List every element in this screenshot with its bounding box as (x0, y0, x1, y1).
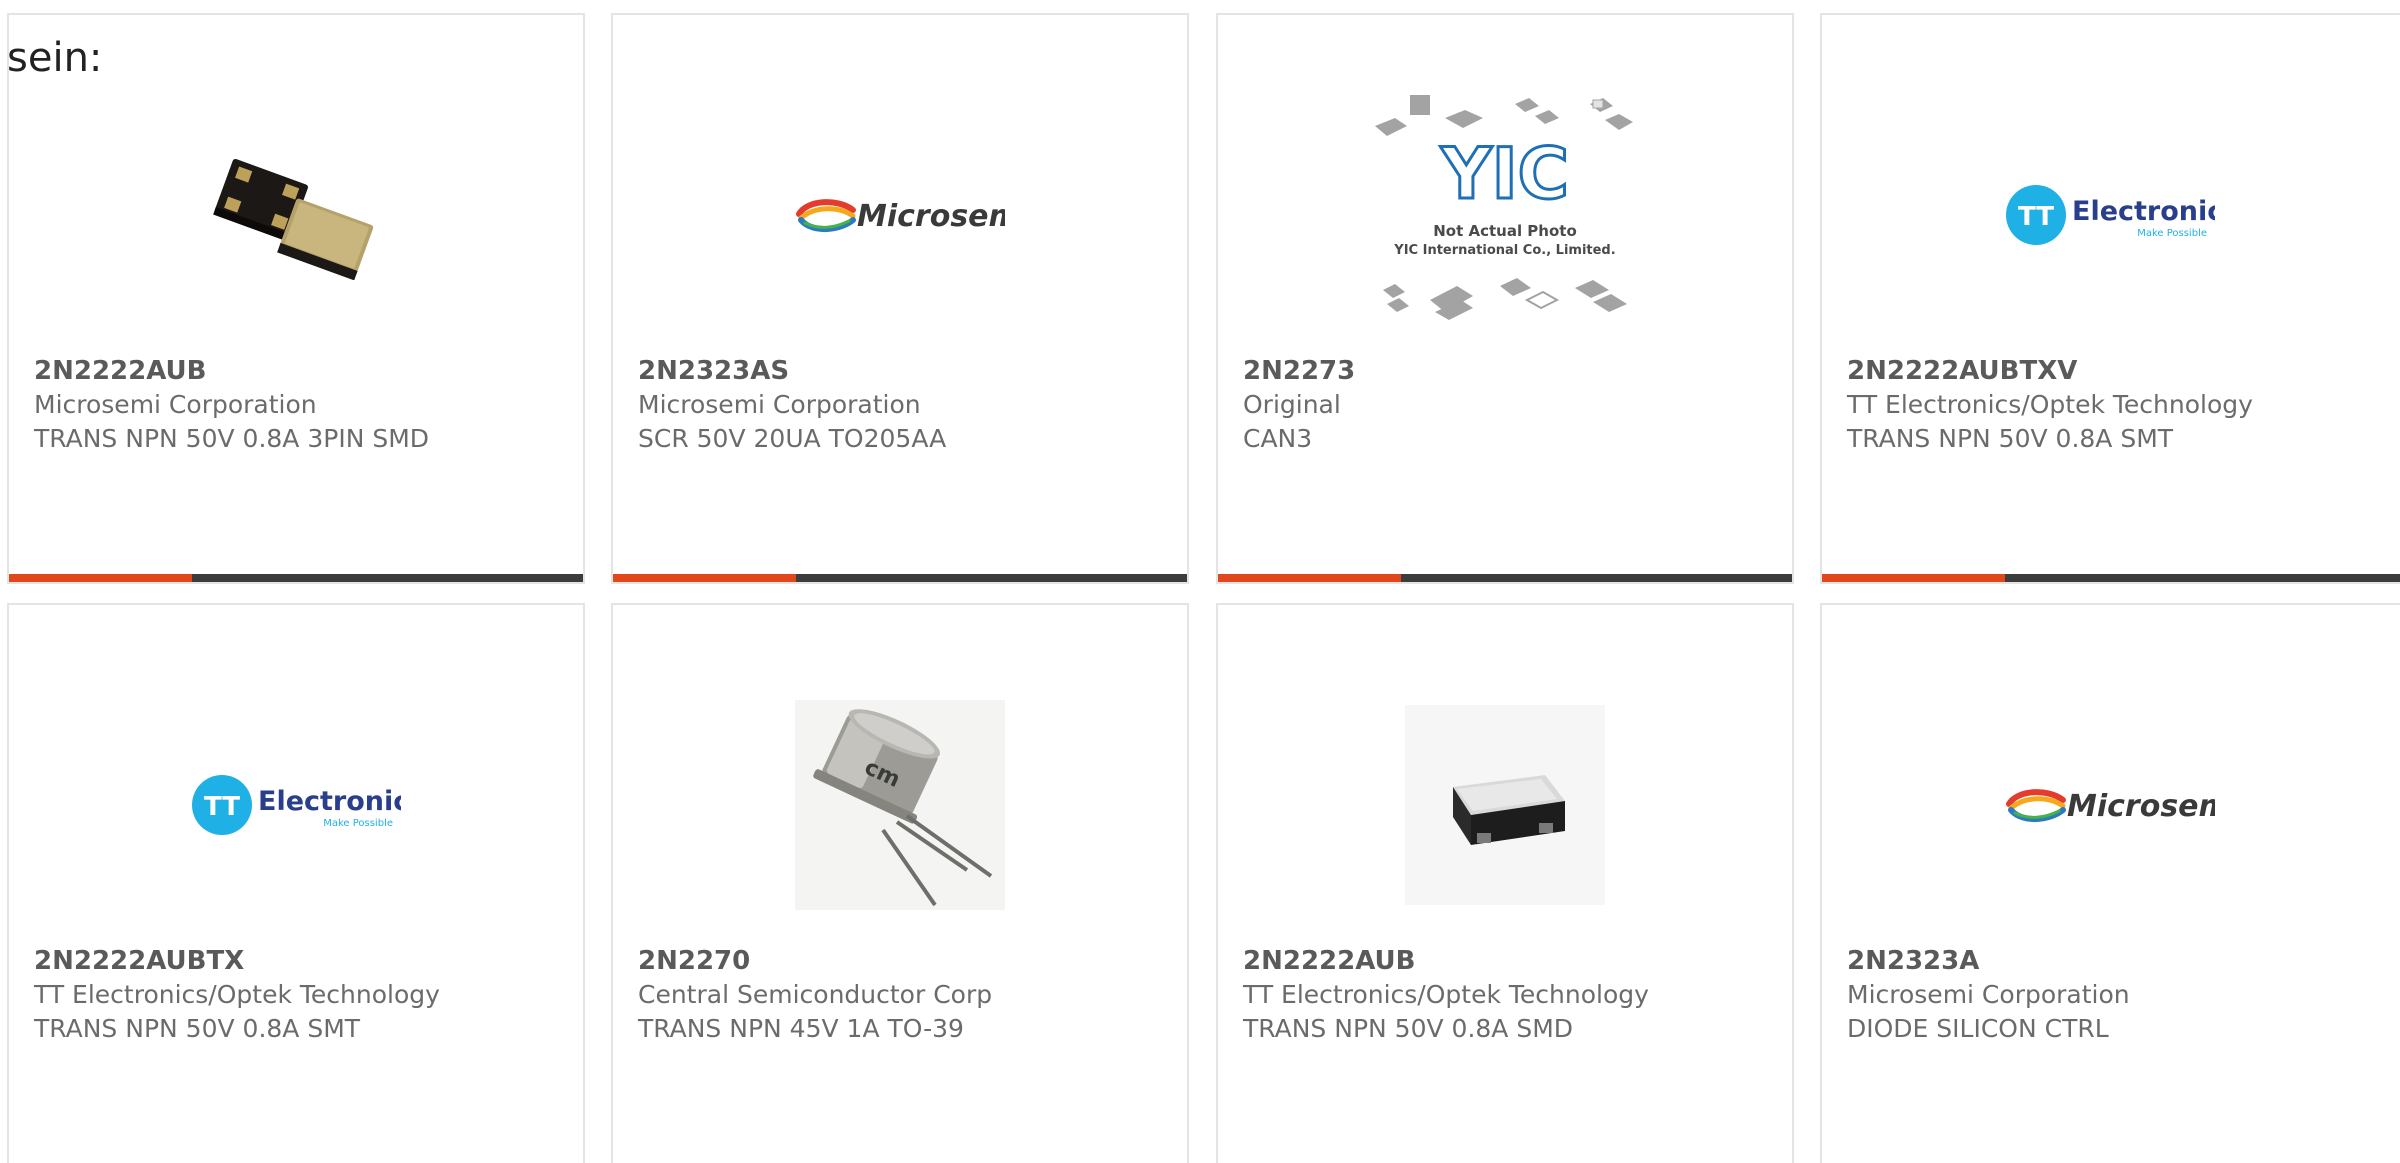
product-card[interactable]: 2N2222AUB TT Electronics/Optek Technolog… (1216, 603, 1794, 1163)
card-footer-bar (1822, 574, 2400, 582)
tt-electronics-logo: TT Electronics Make Possible (2006, 185, 2215, 245)
card-accent-bar (1218, 574, 1401, 582)
product-info: 2N2323A Microsemi Corporation DIODE SILI… (1847, 944, 2390, 1046)
description: TRANS NPN 50V 0.8A SMT (1847, 424, 2174, 453)
product-card[interactable]: Microsemi 2N2323A Microsemi Corporation … (1820, 603, 2400, 1163)
product-grid-page: sein: 2N2222AUB Microsemi Corporation TR… (0, 0, 2400, 1163)
product-image[interactable]: TT Electronics Make Possible (1822, 75, 2398, 355)
image-caption-1: Not Actual Photo (1433, 222, 1577, 240)
product-info: 2N2222AUB Microsemi Corporation TRANS NP… (34, 354, 563, 456)
product-image[interactable] (1218, 665, 1792, 945)
part-number[interactable]: 2N2273 (1243, 354, 1772, 388)
part-number[interactable]: 2N2222AUB (1243, 944, 1772, 978)
description: CAN3 (1243, 424, 1313, 453)
logo-text: Microsemi (2067, 789, 2215, 824)
product-image[interactable]: Microsemi (613, 75, 1187, 355)
product-card[interactable]: 2N2222AUB Microsemi Corporation TRANS NP… (7, 13, 585, 584)
description: DIODE SILICON CTRL (1847, 1014, 2109, 1043)
product-card[interactable]: Microsemi 2N2323AS Microsemi Corporation… (611, 13, 1189, 584)
part-number[interactable]: 2N2222AUBTXV (1847, 354, 2390, 388)
product-image[interactable]: TT Electronics Make Possible (9, 665, 583, 945)
logo-text: Microsemi (857, 199, 1005, 234)
manufacturer: Central Semiconductor Corp (638, 980, 993, 1009)
logo-tagline: Make Possible (2137, 228, 2207, 239)
card-accent-bar (9, 574, 192, 582)
part-number[interactable]: 2N2323AS (638, 354, 1167, 388)
product-card[interactable]: TT Electronics Make Possible 2N2222AUBTX… (7, 603, 585, 1163)
manufacturer: Microsemi Corporation (1847, 980, 2130, 1009)
part-number[interactable]: 2N2222AUB (34, 354, 563, 388)
microsemi-logo: Microsemi (2006, 789, 2215, 824)
logo-mark: TT (204, 792, 240, 822)
card-footer-bar (9, 574, 583, 582)
part-number[interactable]: 2N2270 (638, 944, 1167, 978)
product-image[interactable]: YIC Not Actual Photo YIC International C… (1218, 75, 1792, 355)
logo-text: Electronics (258, 786, 401, 817)
description: TRANS NPN 50V 0.8A SMD (1243, 1014, 1574, 1043)
to39-can-photo: cm (795, 700, 1005, 910)
card-footer-bar (613, 574, 1187, 582)
manufacturer: Original (1243, 390, 1341, 419)
description: TRANS NPN 45V 1A TO-39 (638, 1014, 964, 1043)
product-info: 2N2270 Central Semiconductor Corp TRANS … (638, 944, 1167, 1046)
manufacturer: Microsemi Corporation (638, 390, 921, 419)
yic-placeholder: YIC Not Actual Photo YIC International C… (1375, 95, 1633, 320)
manufacturer: TT Electronics/Optek Technology (34, 980, 440, 1009)
tt-electronics-logo: TT Electronics Make Possible (192, 775, 401, 835)
part-number[interactable]: 2N2323A (1847, 944, 2390, 978)
product-card[interactable]: cm 2N2270 Central Semiconductor Corp TRA… (611, 603, 1189, 1163)
description: TRANS NPN 50V 0.8A 3PIN SMD (34, 424, 430, 453)
product-image[interactable]: Microsemi (1822, 665, 2398, 945)
card-footer-bar (1218, 574, 1792, 582)
product-card[interactable]: TT Electronics Make Possible 2N2222AUBTX… (1820, 13, 2400, 584)
section-heading: sein: (7, 35, 103, 81)
product-card[interactable]: YIC Not Actual Photo YIC International C… (1216, 13, 1794, 584)
smd-package-photo (213, 158, 374, 280)
card-accent-bar (1822, 574, 2005, 582)
card-accent-bar (613, 574, 796, 582)
product-info: 2N2323AS Microsemi Corporation SCR 50V 2… (638, 354, 1167, 456)
part-number[interactable]: 2N2222AUBTX (34, 944, 563, 978)
product-image[interactable]: cm (613, 665, 1187, 945)
product-info: 2N2222AUBTXV TT Electronics/Optek Techno… (1847, 354, 2390, 456)
product-info: 2N2222AUBTX TT Electronics/Optek Technol… (34, 944, 563, 1046)
logo-tagline: Make Possible (323, 818, 393, 829)
logo-text: YIC (1440, 133, 1569, 215)
manufacturer: TT Electronics/Optek Technology (1847, 390, 2253, 419)
description: TRANS NPN 50V 0.8A SMT (34, 1014, 361, 1043)
product-info: 2N2273 Original CAN3 (1243, 354, 1772, 456)
product-info: 2N2222AUB TT Electronics/Optek Technolog… (1243, 944, 1772, 1046)
image-caption-2: YIC International Co., Limited. (1393, 243, 1615, 258)
logo-mark: TT (2018, 202, 2054, 232)
logo-text: Electronics (2072, 196, 2215, 227)
microsemi-logo: Microsemi (796, 199, 1005, 234)
description: SCR 50V 20UA TO205AA (638, 424, 947, 453)
smd-chip-photo (1405, 705, 1605, 905)
manufacturer: TT Electronics/Optek Technology (1243, 980, 1649, 1009)
manufacturer: Microsemi Corporation (34, 390, 317, 419)
product-image[interactable] (9, 75, 583, 355)
